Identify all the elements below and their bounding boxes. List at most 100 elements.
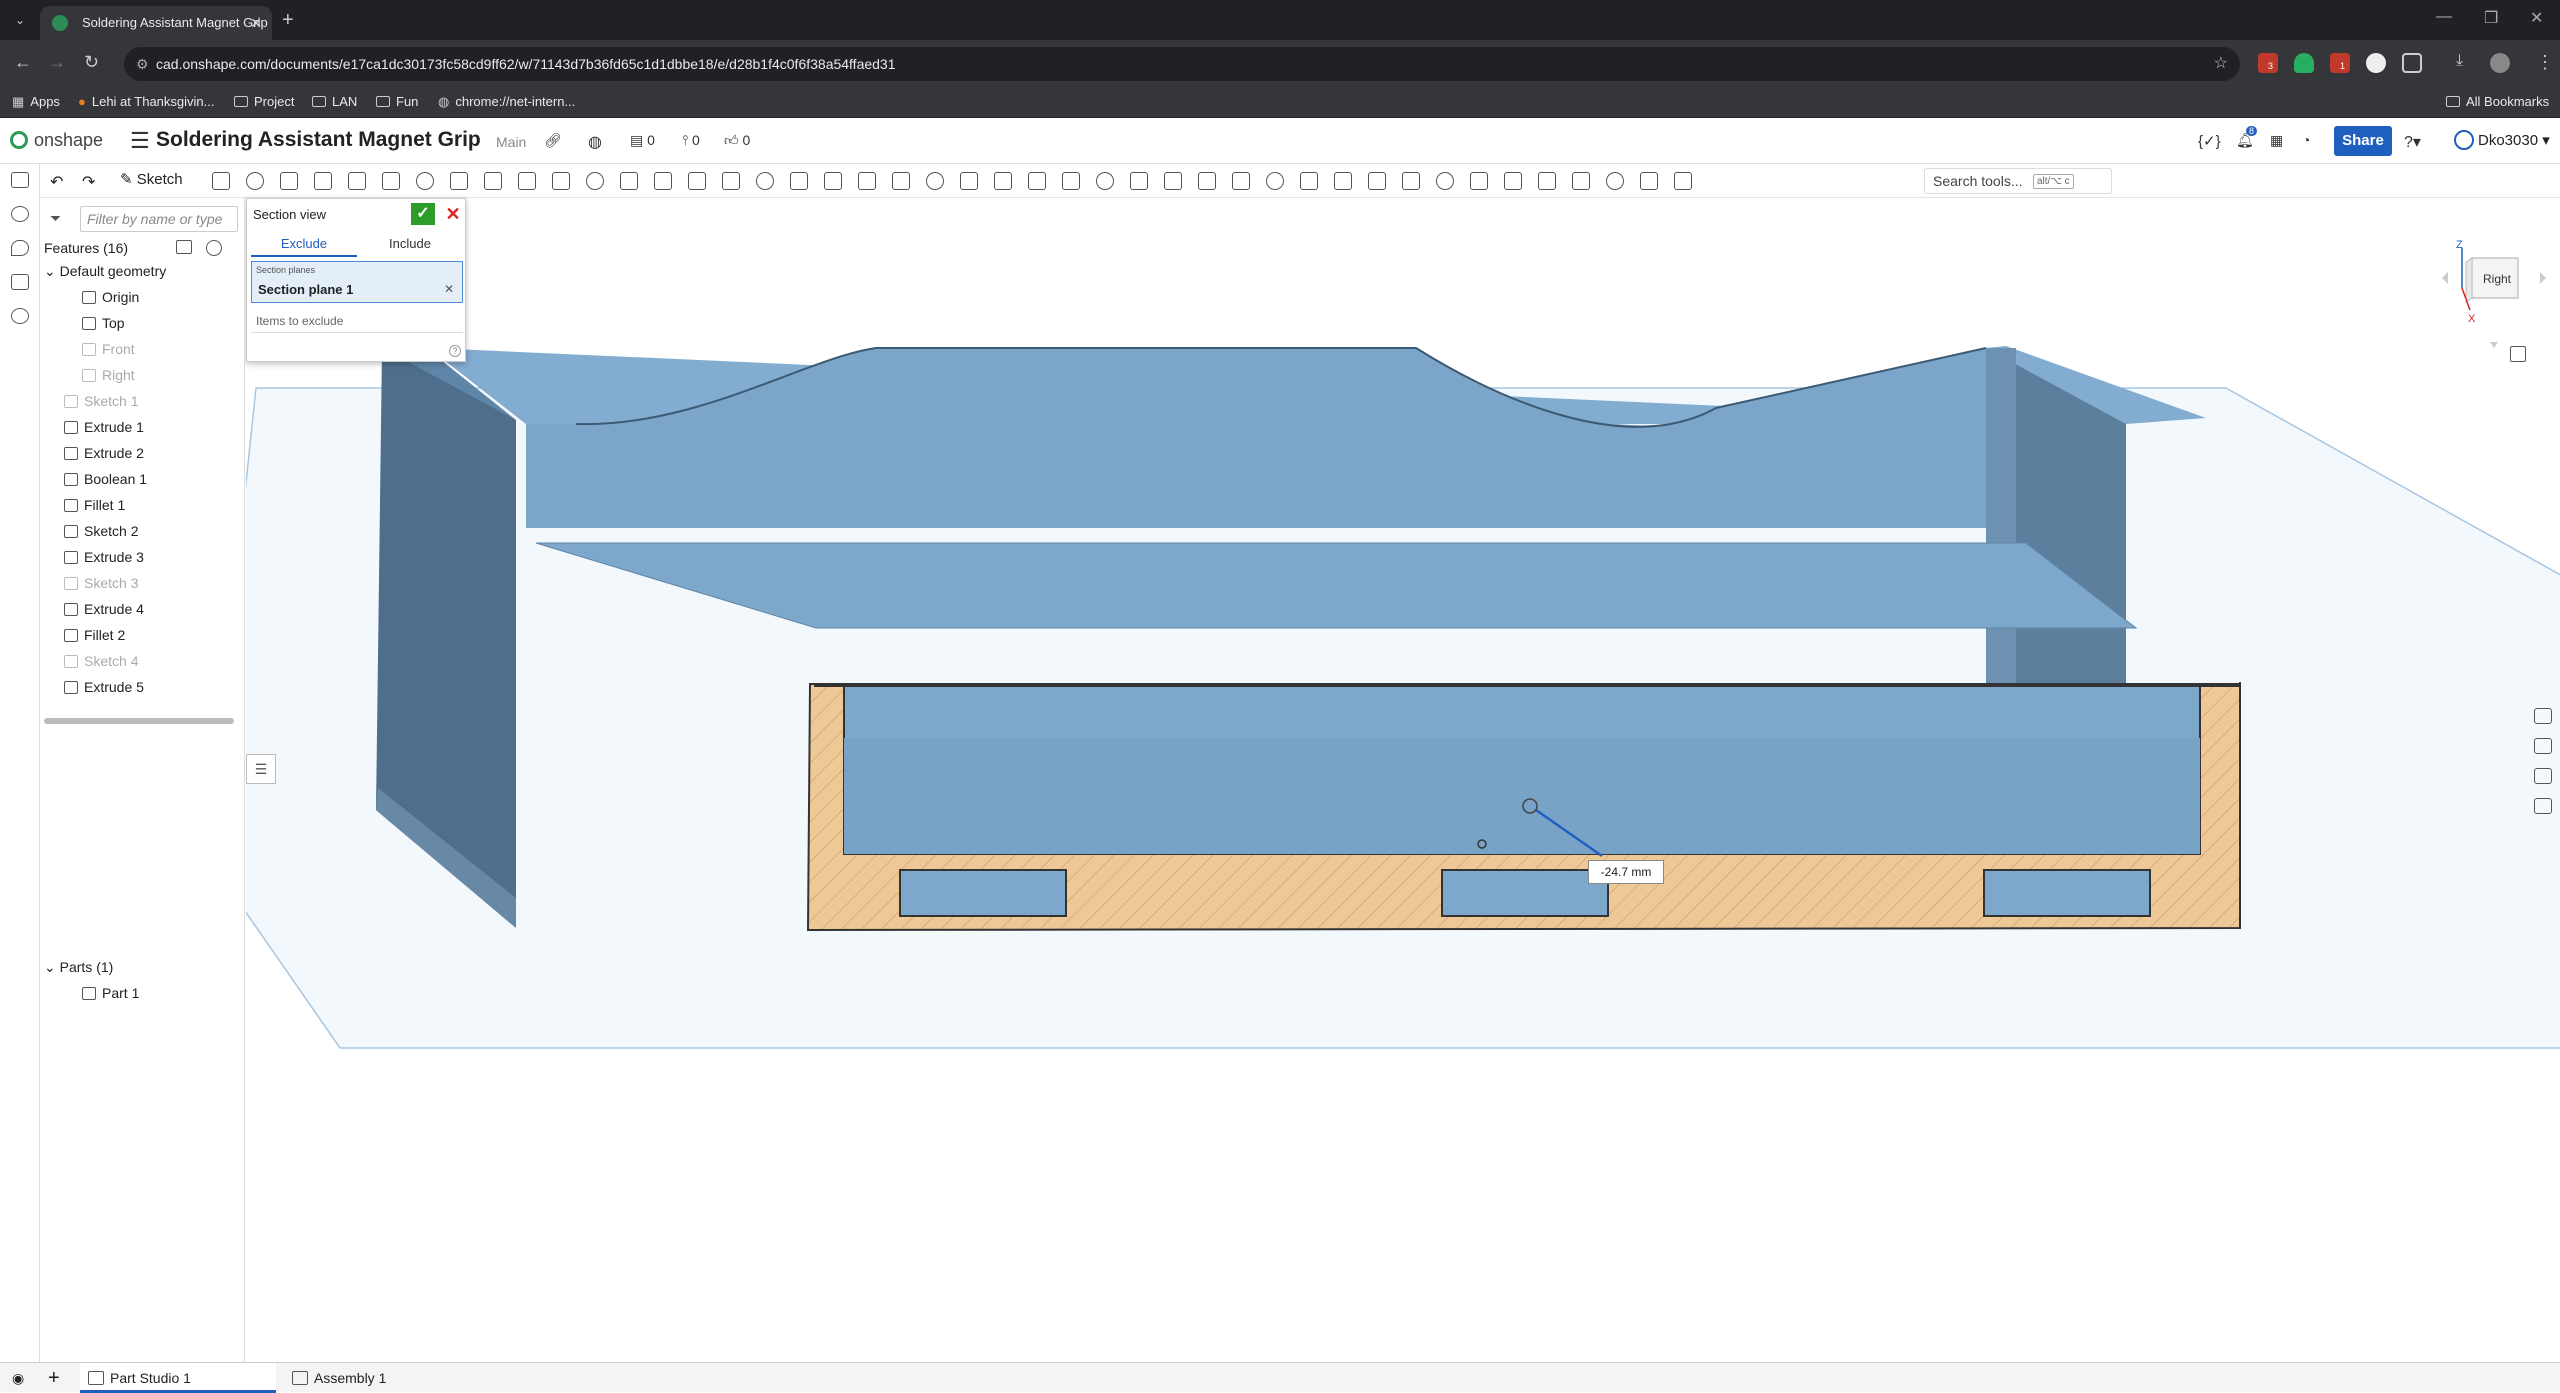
rotate-down-icon[interactable] — [2490, 342, 2498, 348]
rib-tool-icon[interactable] — [518, 172, 536, 190]
drawing-tool-icon[interactable] — [1640, 172, 1658, 190]
extension-red-icon[interactable]: 3 — [2258, 53, 2278, 73]
new-tab-icon[interactable]: + — [282, 8, 294, 32]
tree-item[interactable]: Sketch 4 — [64, 648, 138, 674]
extensions-puzzle-icon[interactable] — [2402, 53, 2422, 73]
tree-item[interactable]: Right — [82, 362, 135, 388]
tree-item[interactable]: Sketch 3 — [64, 570, 138, 596]
mirror-tool-icon[interactable] — [790, 172, 808, 190]
close-window-icon[interactable]: ✕ — [2530, 8, 2543, 28]
back-icon[interactable]: ← — [14, 52, 32, 73]
close-tab-icon[interactable]: ✕ — [250, 6, 262, 40]
redo-icon[interactable]: ↷ — [82, 172, 100, 191]
configurations-icon[interactable] — [11, 274, 29, 290]
help-icon[interactable]: ? — [449, 345, 461, 357]
share-button[interactable]: Share — [2334, 126, 2392, 156]
history-icon[interactable] — [11, 308, 29, 324]
bookmark-fun[interactable]: Fun — [376, 86, 418, 118]
accept-button[interactable]: ✓ — [411, 203, 435, 225]
tab-tool-icon[interactable] — [1368, 172, 1386, 190]
tab-part-studio-1[interactable]: Part Studio 1 — [80, 1363, 276, 1393]
link-icon[interactable]: 🔗︎ — [544, 132, 562, 149]
corner-tool-icon[interactable] — [1402, 172, 1420, 190]
sketch-button[interactable]: ✎ Sketch — [120, 170, 183, 188]
tree-item[interactable]: Fillet 2 — [64, 622, 125, 648]
section-tool-icon[interactable] — [1232, 172, 1250, 190]
mass-properties-icon[interactable] — [2534, 738, 2552, 754]
view-cube[interactable]: Z X Right — [2442, 228, 2546, 348]
help-icon[interactable]: ?▾ — [2404, 132, 2421, 152]
default-geometry-group[interactable]: ⌄ Default geometry — [44, 258, 166, 284]
notifications-icon[interactable]: 🔔︎ 8 — [2236, 126, 2258, 149]
bookmark-lan[interactable]: LAN — [312, 86, 357, 118]
tab-search-icon[interactable]: ⌄ — [10, 10, 30, 30]
tree-item[interactable]: Fillet 1 — [64, 492, 125, 518]
extension-red2-icon[interactable]: 1 — [2330, 53, 2350, 73]
shell-tool-icon[interactable] — [552, 172, 570, 190]
document-title[interactable]: Soldering Assistant Magnet Grip — [156, 128, 481, 152]
user-menu[interactable]: Dko3030 ▾ — [2454, 130, 2550, 150]
draft-tool-icon[interactable] — [484, 172, 502, 190]
remove-selection-icon[interactable]: ✕ — [444, 282, 454, 296]
bookmark-project[interactable]: Project — [234, 86, 294, 118]
render-mode-icon[interactable] — [2510, 346, 2526, 362]
revolve-tool-icon[interactable] — [246, 172, 264, 190]
named-views-icon[interactable] — [2534, 798, 2552, 814]
replace-face-tool-icon[interactable] — [1096, 172, 1114, 190]
loft-tool-icon[interactable] — [314, 172, 332, 190]
learning-center-icon[interactable]: ◔ — [2302, 132, 2310, 148]
form-tool-icon[interactable] — [1470, 172, 1488, 190]
tree-item[interactable]: Part 1 — [82, 980, 139, 1006]
site-info-icon[interactable]: ⚙ — [136, 47, 149, 81]
sheet-metal-tool-icon[interactable] — [1266, 172, 1284, 190]
undo-icon[interactable]: ↶ — [50, 172, 68, 191]
bend-tool-icon[interactable] — [1334, 172, 1352, 190]
tab-assembly-1[interactable]: Assembly 1 — [284, 1363, 480, 1393]
split-tool-icon[interactable] — [688, 172, 706, 190]
tree-item[interactable]: Top — [82, 310, 125, 336]
onshape-logo[interactable]: onshape — [10, 130, 103, 151]
url-input[interactable]: ⚙ cad.onshape.com/documents/e17ca1dc3017… — [124, 47, 2240, 81]
section-planes-field[interactable]: Section planes Section plane 1 ✕ — [251, 261, 463, 303]
globe-public-icon[interactable]: ◍ — [588, 132, 602, 152]
browser-tab[interactable]: Soldering Assistant Magnet Grip ✕ — [40, 6, 272, 40]
tree-item[interactable]: Extrude 4 — [64, 596, 144, 622]
chamfer-tool-icon[interactable] — [450, 172, 468, 190]
minimize-icon[interactable]: — — [2436, 8, 2452, 26]
variables-icon[interactable]: {✓} — [2198, 132, 2221, 150]
chevron-down-icon[interactable]: ⌄ — [44, 263, 60, 279]
rollback-timer-icon[interactable] — [206, 240, 222, 256]
filter-icon[interactable]: ⏷ — [50, 210, 66, 226]
feature-list-toggle-icon[interactable]: ☰ — [246, 754, 276, 784]
browser-menu-icon[interactable]: ⋮ — [2536, 52, 2554, 73]
pattern-tool-icon[interactable] — [756, 172, 774, 190]
move-face-tool-icon[interactable] — [1130, 172, 1148, 190]
tree-item[interactable]: Front — [82, 336, 135, 362]
tree-item[interactable]: Extrude 3 — [64, 544, 144, 570]
add-element-icon[interactable]: + — [48, 1363, 60, 1393]
versions-count[interactable]: ▤ 0 — [630, 132, 655, 149]
bookmark-star-icon[interactable]: ☆ — [2214, 47, 2228, 81]
flange-tool-icon[interactable] — [1300, 172, 1318, 190]
dimension-value[interactable]: -24.7 mm — [1588, 860, 1664, 884]
graphics-area[interactable]: ☰ -24.7 mm Z X Right — [246, 198, 2560, 1362]
unfold-tool-icon[interactable] — [1436, 172, 1454, 190]
rollback-bar[interactable] — [44, 718, 234, 724]
tab-include[interactable]: Include — [357, 233, 463, 257]
hamburger-menu-icon[interactable]: ☰ — [130, 128, 150, 154]
tree-item[interactable]: Origin — [82, 284, 139, 310]
items-to-exclude-field[interactable]: Items to exclude — [251, 309, 463, 333]
app-store-icon[interactable]: ▦ — [2270, 132, 2283, 149]
custom-feature-tool-icon[interactable] — [1674, 172, 1692, 190]
filter-input[interactable]: Filter by name or type — [80, 206, 238, 232]
bookmark-lehi[interactable]: ● Lehi at Thanksgivin... — [78, 86, 214, 118]
forward-icon[interactable]: → — [48, 52, 66, 73]
tree-item[interactable]: Boolean 1 — [64, 466, 147, 492]
extrude-tool-icon[interactable] — [212, 172, 230, 190]
boolean-tool-icon[interactable] — [654, 172, 672, 190]
section-tool-icon[interactable] — [2534, 768, 2552, 784]
tree-item[interactable]: Extrude 1 — [64, 414, 144, 440]
model-canvas[interactable] — [246, 198, 2560, 1362]
rotate-left-icon[interactable] — [2442, 272, 2448, 284]
branch-name[interactable]: Main — [496, 134, 526, 150]
